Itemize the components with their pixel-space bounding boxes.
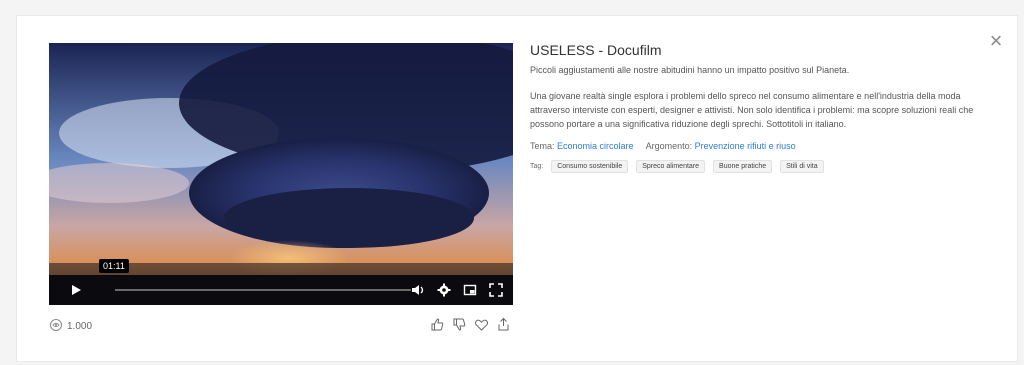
tema-link[interactable]: Economia circolare [557,141,634,151]
current-time-tooltip: 01:11 [99,259,129,273]
volume-icon[interactable] [407,279,429,301]
play-icon[interactable] [65,279,87,301]
tag-item[interactable]: Spreco alimentare [636,160,706,173]
tag-item[interactable]: Consumo sostenibile [551,160,629,173]
tag-list: Tag: Consumo sostenibile Spreco alimenta… [530,160,1000,173]
heart-icon[interactable] [473,316,489,332]
views-value: 1.000 [67,321,93,332]
argomento-label: Argomento: [645,141,693,151]
views-count: 1.000 [49,318,92,335]
progress-bar[interactable] [115,289,411,291]
thumbs-down-icon[interactable] [451,316,467,332]
video-meta: Tema: Economia circolare Argomento: Prev… [530,141,1000,151]
eye-icon [49,318,63,335]
video-info: USELESS - Docufilm Piccoli aggiustamenti… [530,42,1000,173]
video-card: × 01:11 1.000 USELESS - Docufilm Piccoli… [16,15,1018,362]
argomento-link[interactable]: Prevenzione rifiuti e riuso [695,141,796,151]
thumbs-up-icon[interactable] [429,316,445,332]
miniplayer-icon[interactable] [459,279,481,301]
tema-label: Tema: [530,141,555,151]
video-description: Una giovane realtà single esplora i prob… [530,91,974,129]
video-subtitle: Piccoli aggiustamenti alle nostre abitud… [530,65,850,75]
video-controls [49,275,513,305]
share-icon[interactable] [495,316,511,332]
fullscreen-icon[interactable] [485,279,507,301]
tag-item[interactable]: Buone pratiche [713,160,773,173]
video-player[interactable]: 01:11 [49,43,513,305]
tag-item[interactable]: Stili di vita [780,160,824,173]
video-title: USELESS - Docufilm [530,42,662,58]
tags-label: Tag: [530,163,544,170]
gear-icon[interactable] [433,279,455,301]
video-actions [429,316,511,332]
